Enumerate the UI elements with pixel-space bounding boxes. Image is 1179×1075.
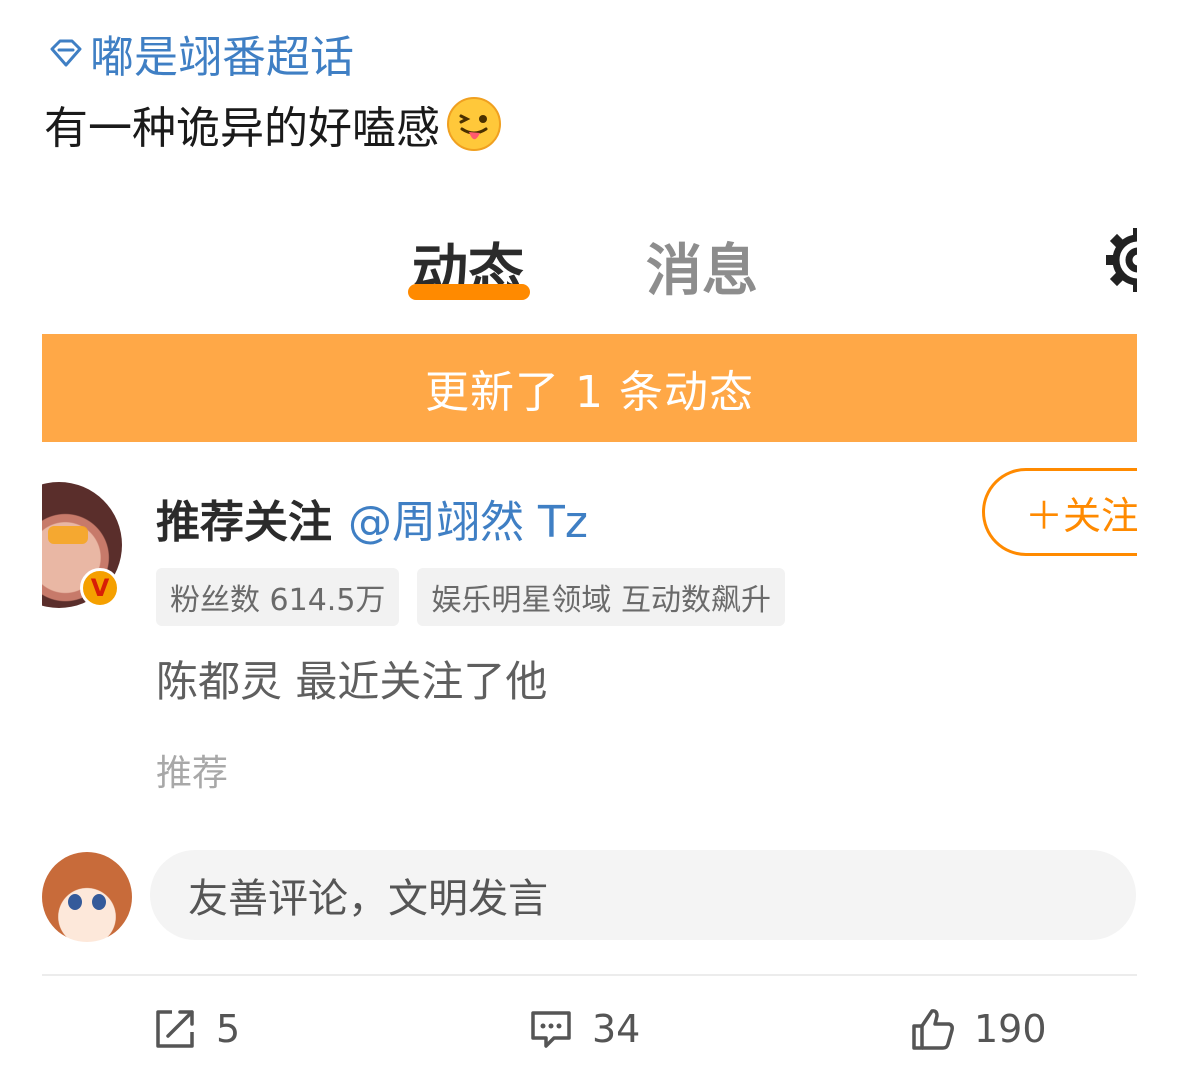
super-topic-label: 嘟是翊番超话 xyxy=(90,32,354,83)
super-topic-link[interactable]: 嘟是翊番超话 xyxy=(46,26,354,83)
avatar-eye-left xyxy=(68,894,82,910)
tab-messages[interactable]: 消息 xyxy=(646,226,758,307)
recommendation-prefix: 推荐关注 xyxy=(156,497,332,548)
recommended-user-link[interactable]: @周翊然 Tz xyxy=(348,486,588,550)
thumbs-up-icon xyxy=(912,1009,954,1050)
share-icon xyxy=(156,1010,194,1048)
comment-input-placeholder: 友善评论，文明发言 xyxy=(188,876,548,922)
avatar-eye-right xyxy=(92,894,106,910)
follower-count-tag: 粉丝数 614.5万 xyxy=(156,568,400,626)
avatar-sticker xyxy=(48,526,88,544)
follow-button[interactable]: ＋关注 xyxy=(982,468,1137,556)
tab-bar: 动态 消息 xyxy=(42,196,1137,334)
caption-text: 有一种诡异的好嗑感 xyxy=(44,103,440,154)
like-count: 190 xyxy=(974,1007,1047,1051)
divider xyxy=(42,974,1137,976)
share-button[interactable]: 5 xyxy=(152,1004,240,1054)
update-banner[interactable]: 更新了 1 条动态 xyxy=(42,334,1137,442)
post-caption: 有一种诡异的好嗑感 xyxy=(44,94,502,154)
active-tab-indicator xyxy=(408,284,530,300)
comment-input[interactable]: 友善评论，文明发言 xyxy=(150,850,1136,940)
recommended-user-avatar[interactable]: V xyxy=(42,482,122,608)
share-count: 5 xyxy=(216,1007,241,1051)
verified-badge-icon: V xyxy=(80,568,120,608)
gear-icon[interactable] xyxy=(1100,224,1137,296)
like-button[interactable]: 190 xyxy=(910,1004,1047,1054)
recommendation-type-label: 推荐 xyxy=(156,753,229,794)
tongue-out-emoji-icon xyxy=(447,97,501,151)
recommendation-title: 推荐关注 @周翊然 Tz xyxy=(156,488,588,548)
recommendation-description: 陈都灵 最近关注了他 xyxy=(156,657,548,706)
embedded-screenshot: 动态 消息 更新了 1 条动态 V 推荐关注 @周翊然 Tz ＋关注 粉丝数 6… xyxy=(42,196,1137,960)
comment-icon xyxy=(531,1011,571,1048)
current-user-avatar[interactable] xyxy=(42,852,132,942)
user-tags: 粉丝数 614.5万 娱乐明星领域 互动数飙升 xyxy=(156,568,803,626)
diamond-icon xyxy=(50,39,82,67)
trending-field-tag: 娱乐明星领域 互动数飙升 xyxy=(417,568,785,626)
comment-button[interactable]: 34 xyxy=(528,1004,640,1054)
comment-count: 34 xyxy=(592,1007,641,1051)
update-banner-text: 更新了 1 条动态 xyxy=(425,367,754,418)
